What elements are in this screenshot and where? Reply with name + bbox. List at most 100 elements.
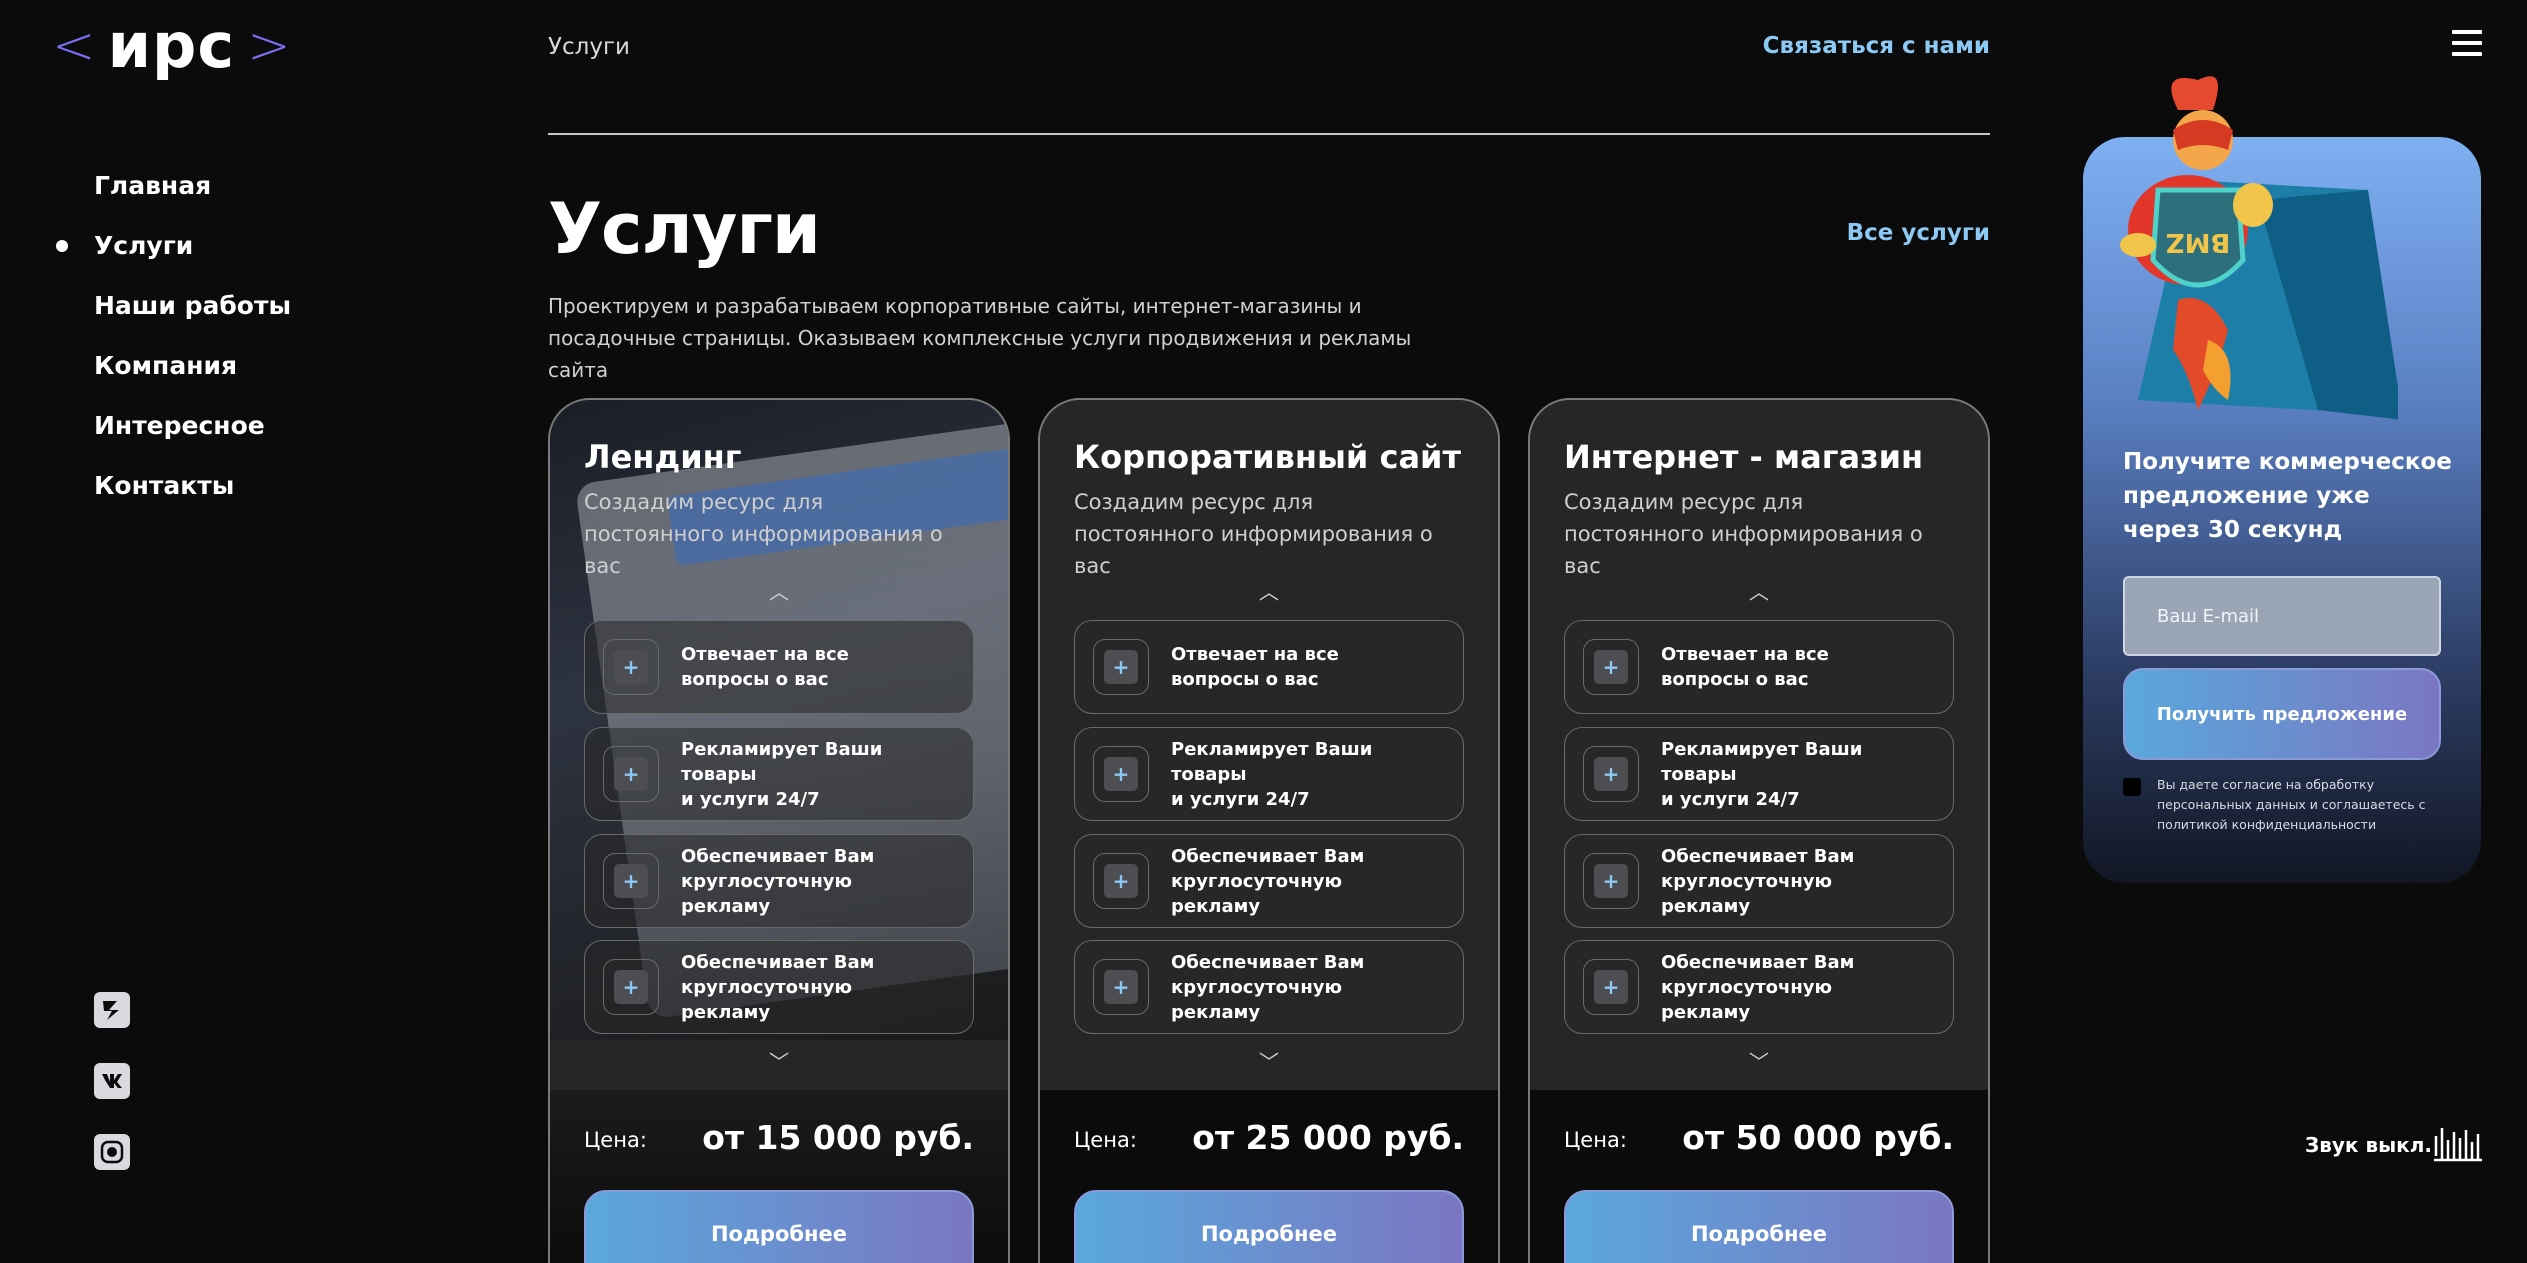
get-offer-button[interactable]: Получить предложение	[2123, 668, 2441, 760]
feature-line: Обеспечивает Вам	[1171, 845, 1365, 867]
nav-item-home[interactable]: Главная	[94, 168, 291, 228]
instagram-icon[interactable]	[94, 1134, 130, 1170]
feature-line: Отвечает на все	[1171, 644, 1339, 665]
chevron-up-icon[interactable]: ︿	[1749, 582, 1769, 602]
plus-icon: +	[603, 639, 659, 695]
nav-item-works[interactable]: Наши работы	[94, 288, 291, 348]
chevron-up-icon[interactable]: ︿	[1259, 582, 1279, 602]
feature-item[interactable]: + Обеспечивает Вам круглосуточную рекламу	[1564, 940, 1954, 1034]
sound-toggle-label[interactable]: Звук выкл.	[2305, 1133, 2432, 1157]
header-divider	[548, 133, 1990, 135]
feature-item[interactable]: + Обеспечивает Вам круглосуточную рекламу	[584, 940, 974, 1034]
plus-icon: +	[1583, 853, 1639, 909]
feature-item[interactable]: + Рекламирует Ваши товары и услуги 24/7	[584, 727, 974, 821]
feature-line: Обеспечивает Вам	[1661, 845, 1855, 867]
logo-right-bracket: >	[247, 16, 291, 76]
plus-icon: +	[1583, 639, 1639, 695]
plus-icon: +	[1583, 746, 1639, 802]
sound-wave-icon[interactable]	[2432, 1124, 2484, 1164]
service-card-landing: Лендинг Создадим ресурс для постоянного …	[548, 398, 1010, 1263]
card-subtitle: Создадим ресурс для постоянного информир…	[1564, 490, 1923, 578]
price-value: от 15 000 руб.	[702, 1118, 974, 1157]
contact-link[interactable]: Связаться с нами	[1763, 33, 1990, 59]
chevron-down-icon[interactable]: ﹀	[769, 1052, 789, 1072]
logo[interactable]: < ирс >	[52, 14, 291, 78]
page: { "logo": { "left_bracket": "<", "text":…	[0, 0, 2527, 1263]
email-field[interactable]	[2123, 576, 2441, 656]
feature-item[interactable]: + Обеспечивает Вам круглосуточную рекламу	[584, 834, 974, 928]
price-label: Цена:	[1074, 1128, 1137, 1152]
price-label: Цена:	[584, 1128, 647, 1152]
feature-line: Рекламирует Ваши товары	[1661, 738, 1863, 785]
nav-item-contacts[interactable]: Контакты	[94, 468, 291, 528]
feature-item[interactable]: + Рекламирует Ваши товары и услуги 24/7	[1074, 727, 1464, 821]
feature-line: Обеспечивает Вам	[681, 845, 875, 867]
yandex-zen-icon[interactable]	[94, 992, 130, 1028]
feature-line: круглосуточную рекламу	[681, 976, 853, 1023]
feature-line: круглосуточную рекламу	[1661, 870, 1833, 917]
card-title: Корпоративный сайт	[1074, 438, 1461, 476]
hamburger-menu-icon[interactable]	[2452, 30, 2482, 60]
plus-icon: +	[603, 959, 659, 1015]
feature-item[interactable]: + Отвечает на все вопросы о вас	[1564, 620, 1954, 714]
price-label: Цена:	[1564, 1128, 1627, 1152]
feature-item[interactable]: + Отвечает на все вопросы о вас	[1074, 620, 1464, 714]
details-button[interactable]: Подробнее	[584, 1190, 974, 1263]
plus-icon: +	[1093, 959, 1149, 1015]
card-subtitle: Создадим ресурс для постоянного информир…	[1074, 490, 1433, 578]
card-title: Интернет - магазин	[1564, 438, 1924, 476]
price-value: от 50 000 руб.	[1682, 1118, 1954, 1157]
feature-line: Обеспечивает Вам	[1661, 951, 1855, 973]
consent-checkbox[interactable]	[2123, 778, 2141, 796]
feature-line: и услуги 24/7	[1171, 788, 1310, 810]
plus-icon: +	[1093, 746, 1149, 802]
chevron-up-icon[interactable]: ︿	[769, 582, 789, 602]
nav-item-interesting[interactable]: Интересное	[94, 408, 291, 468]
feature-line: вопросы о вас	[1171, 669, 1319, 690]
feature-line: и услуги 24/7	[1661, 788, 1800, 810]
feature-item[interactable]: + Обеспечивает Вам круглосуточную рекламу	[1074, 940, 1464, 1034]
feature-line: вопросы о вас	[681, 669, 829, 690]
mascot-illustration: BMZ	[2120, 76, 2398, 420]
feature-item[interactable]: + Обеспечивает Вам круглосуточную рекламу	[1564, 834, 1954, 928]
section-description: Проектируем и разрабатываем корпоративны…	[548, 294, 1412, 382]
plus-icon: +	[603, 746, 659, 802]
plus-icon: +	[1093, 639, 1149, 695]
feature-item[interactable]: + Отвечает на все вопросы о вас	[584, 620, 974, 714]
service-card-corporate: Корпоративный сайт Создадим ресурс для п…	[1038, 398, 1500, 1263]
consent-text: Вы даете согласие на обработку персональ…	[2157, 777, 2426, 832]
feature-line: Обеспечивает Вам	[1171, 951, 1365, 973]
all-services-link[interactable]: Все услуги	[1847, 220, 1990, 246]
plus-icon: +	[1583, 959, 1639, 1015]
active-dot-icon	[56, 240, 68, 252]
nav-item-label: Компания	[94, 351, 238, 380]
page-title: Услуги	[548, 188, 821, 270]
details-button[interactable]: Подробнее	[1564, 1190, 1954, 1263]
chevron-down-icon[interactable]: ﹀	[1259, 1052, 1279, 1072]
nav-item-company[interactable]: Компания	[94, 348, 291, 408]
nav-item-label: Интересное	[94, 411, 265, 440]
breadcrumb[interactable]: Услуги	[548, 34, 630, 60]
logo-text: ирс	[107, 9, 236, 82]
nav-item-services[interactable]: Услуги	[56, 228, 291, 288]
main-nav: Главная Услуги Наши работы Компания Инте…	[56, 168, 291, 528]
feature-line: круглосуточную рекламу	[1171, 870, 1343, 917]
feature-line: круглосуточную рекламу	[1661, 976, 1833, 1023]
feature-line: Рекламирует Ваши товары	[1171, 738, 1373, 785]
vk-icon[interactable]	[94, 1063, 130, 1099]
logo-left-bracket: <	[52, 16, 96, 76]
card-title: Лендинг	[584, 438, 742, 476]
nav-item-label: Услуги	[94, 231, 194, 260]
feature-line: круглосуточную рекламу	[1171, 976, 1343, 1023]
shield-text: BMZ	[2166, 227, 2231, 257]
feature-line: Отвечает на все	[681, 644, 849, 665]
feature-line: Отвечает на все	[1661, 644, 1829, 665]
price-value: от 25 000 руб.	[1192, 1118, 1464, 1157]
nav-item-label: Контакты	[94, 471, 235, 500]
feature-item[interactable]: + Рекламирует Ваши товары и услуги 24/7	[1564, 727, 1954, 821]
form-heading: Получите коммерческое предложение уже че…	[2123, 449, 2452, 543]
feature-line: и услуги 24/7	[681, 788, 820, 810]
details-button[interactable]: Подробнее	[1074, 1190, 1464, 1263]
chevron-down-icon[interactable]: ﹀	[1749, 1052, 1769, 1072]
feature-item[interactable]: + Обеспечивает Вам круглосуточную рекламу	[1074, 834, 1464, 928]
